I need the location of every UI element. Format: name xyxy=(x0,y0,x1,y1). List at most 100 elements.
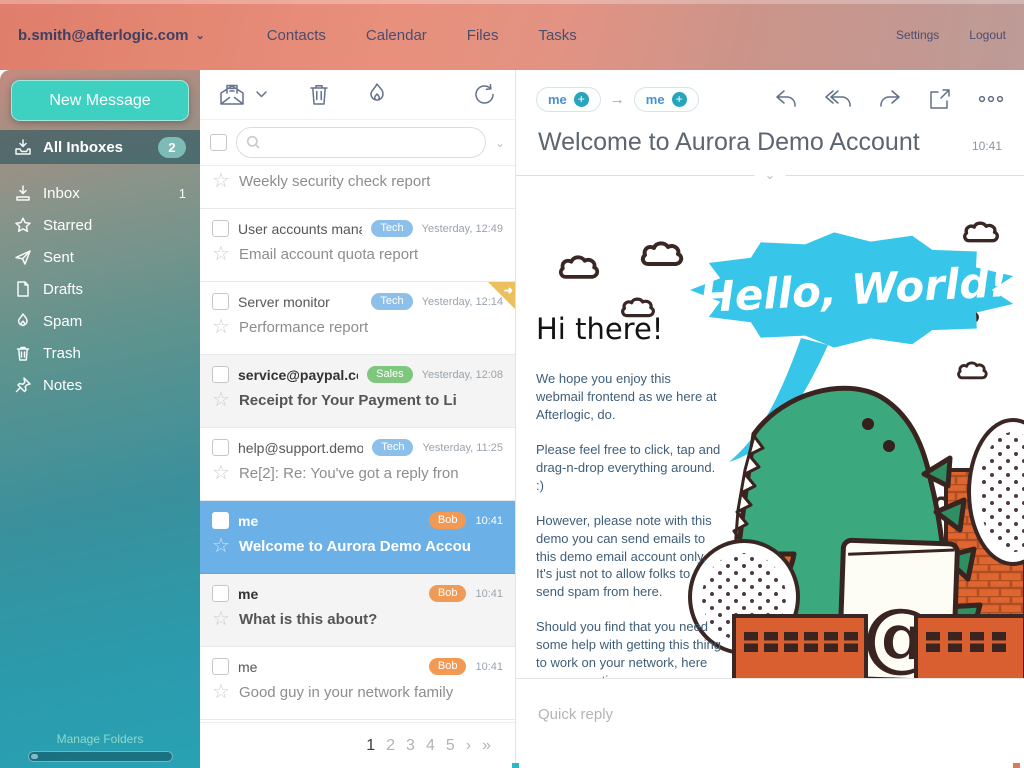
settings-link[interactable]: Settings xyxy=(896,28,939,42)
unread-count: 1 xyxy=(179,186,186,201)
search-icon xyxy=(246,135,261,150)
trash-icon[interactable] xyxy=(307,82,331,107)
sidebar-item-inbox[interactable]: Inbox 1 xyxy=(0,177,200,209)
body-paragraph: However, please note with this demo you … xyxy=(536,512,722,602)
from-name: me xyxy=(548,92,567,107)
row-checkbox[interactable] xyxy=(212,585,229,602)
sidebar-item-notes[interactable]: Notes xyxy=(0,369,200,401)
add-contact-icon[interactable]: + xyxy=(574,92,589,107)
more-options-icon[interactable] xyxy=(978,95,1004,103)
label-badge: Tech xyxy=(371,220,412,237)
spam-flame-icon[interactable] xyxy=(365,82,389,108)
message-row[interactable]: me Bob 10:41 ☆ Good guy in your network … xyxy=(200,647,515,720)
open-in-new-icon[interactable] xyxy=(929,88,951,110)
row-checkbox[interactable] xyxy=(212,220,229,237)
subject: Good guy in your network family xyxy=(239,684,453,701)
star-icon[interactable]: ☆ xyxy=(212,536,230,556)
message-row[interactable]: Tech ☆ Weekly security check report xyxy=(200,166,515,209)
row-checkbox[interactable] xyxy=(212,658,229,675)
search-row: ⌄ xyxy=(200,120,515,166)
sidebar-item-sent[interactable]: Sent xyxy=(0,241,200,273)
quick-reply-input[interactable]: Quick reply xyxy=(516,678,1024,768)
message-row[interactable]: User accounts manag Tech Yesterday, 12:4… xyxy=(200,209,515,282)
folder-label: Trash xyxy=(43,345,81,362)
sidebar-item-starred[interactable]: Starred xyxy=(0,209,200,241)
forward-icon[interactable] xyxy=(878,88,902,110)
pane-resize-handle[interactable] xyxy=(512,763,519,768)
star-icon[interactable]: ☆ xyxy=(212,171,230,191)
sidebar-scrollbar[interactable] xyxy=(28,751,173,762)
reply-icon[interactable] xyxy=(774,88,798,110)
page-4[interactable]: 4 xyxy=(426,737,435,755)
message-row[interactable]: me Bob 10:41 ☆ What is this about? xyxy=(200,574,515,647)
label-badge: Sales xyxy=(367,366,413,383)
star-icon[interactable]: ☆ xyxy=(212,682,230,702)
logout-link[interactable]: Logout xyxy=(969,28,1006,42)
reply-all-icon[interactable] xyxy=(825,88,851,110)
star-icon[interactable]: ☆ xyxy=(212,390,230,410)
row-checkbox[interactable] xyxy=(212,439,229,456)
sender: service@paypal.co xyxy=(238,367,358,383)
sidebar-item-drafts[interactable]: Drafts xyxy=(0,273,200,305)
folder-label: Sent xyxy=(43,249,74,266)
search-options-chevron-icon[interactable]: ⌄ xyxy=(495,136,505,150)
message-list-pane: ⌄ Tech ☆ Weekly security check report Us… xyxy=(200,70,515,768)
add-contact-icon[interactable]: + xyxy=(672,92,687,107)
pane-resize-handle[interactable] xyxy=(1013,763,1020,768)
from-chip[interactable]: me + xyxy=(536,87,601,112)
sidebar-item-trash[interactable]: Trash xyxy=(0,337,200,369)
message-row[interactable]: ➜ Server monitor Tech Yesterday, 12:14 ☆… xyxy=(200,282,515,355)
message-subject: Welcome to Aurora Demo Account xyxy=(538,128,920,157)
sidebar-item-spam[interactable]: Spam xyxy=(0,305,200,337)
star-icon[interactable]: ☆ xyxy=(212,317,230,337)
select-all-checkbox[interactable] xyxy=(210,134,227,151)
chevron-down-icon: ⌄ xyxy=(196,29,205,42)
subject: Weekly security check report xyxy=(239,173,430,190)
message-time: 10:41 xyxy=(475,515,503,527)
account-menu[interactable]: b.smith@afterlogic.com ⌄ xyxy=(18,27,205,44)
search-input[interactable] xyxy=(267,135,476,150)
flame-icon xyxy=(14,312,32,330)
refresh-icon[interactable] xyxy=(472,82,497,107)
message-row[interactable]: service@paypal.co Sales Yesterday, 12:08… xyxy=(200,355,515,428)
message-time: Yesterday, 12:08 xyxy=(422,369,503,381)
folder-sidebar: New Message All Inboxes 2 Inbox 1 Starre… xyxy=(0,70,200,768)
nav-files[interactable]: Files xyxy=(467,27,499,44)
send-icon xyxy=(14,248,32,266)
to-arrow-icon: → xyxy=(610,91,625,108)
nav-tasks[interactable]: Tasks xyxy=(538,27,576,44)
message-time: 10:41 xyxy=(475,588,503,600)
manage-folders-link[interactable]: Manage Folders xyxy=(0,732,200,746)
top-bar: b.smith@afterlogic.com ⌄ Contacts Calend… xyxy=(0,0,1024,70)
sidebar-item-all-inboxes[interactable]: All Inboxes 2 xyxy=(0,130,200,164)
body-text-column: Hi there! We hope you enjoy this webmail… xyxy=(536,312,722,678)
message-time: Yesterday, 11:25 xyxy=(422,442,503,454)
new-message-button[interactable]: New Message xyxy=(11,80,189,121)
page-5[interactable]: 5 xyxy=(446,737,455,755)
nav-calendar[interactable]: Calendar xyxy=(366,27,427,44)
pin-icon xyxy=(14,376,32,394)
row-checkbox[interactable] xyxy=(212,293,229,310)
page-2[interactable]: 2 xyxy=(386,737,395,755)
chevron-down-icon[interactable] xyxy=(256,91,267,98)
star-icon[interactable]: ☆ xyxy=(212,609,230,629)
sender: me xyxy=(238,659,420,675)
row-checkbox[interactable] xyxy=(212,512,229,529)
subject: Email account quota report xyxy=(239,246,418,263)
message-row[interactable]: help@support.demo Tech Yesterday, 11:25 … xyxy=(200,428,515,501)
to-chip[interactable]: me + xyxy=(634,87,699,112)
star-icon xyxy=(14,216,32,234)
page-last-icon[interactable]: » xyxy=(482,737,491,755)
sender: Server monitor xyxy=(238,294,362,310)
star-icon[interactable]: ☆ xyxy=(212,244,230,264)
message-list: Tech ☆ Weekly security check report User… xyxy=(200,166,515,722)
page-next-icon[interactable]: › xyxy=(466,737,471,755)
message-row-selected[interactable]: me Bob 10:41 ☆ Welcome to Aurora Demo Ac… xyxy=(200,501,515,574)
subject: Receipt for Your Payment to Li xyxy=(239,392,457,409)
star-icon[interactable]: ☆ xyxy=(212,463,230,483)
page-3[interactable]: 3 xyxy=(406,737,415,755)
nav-contacts[interactable]: Contacts xyxy=(267,27,326,44)
mark-read-icon[interactable] xyxy=(218,82,246,108)
page-1[interactable]: 1 xyxy=(366,737,375,755)
row-checkbox[interactable] xyxy=(212,366,229,383)
